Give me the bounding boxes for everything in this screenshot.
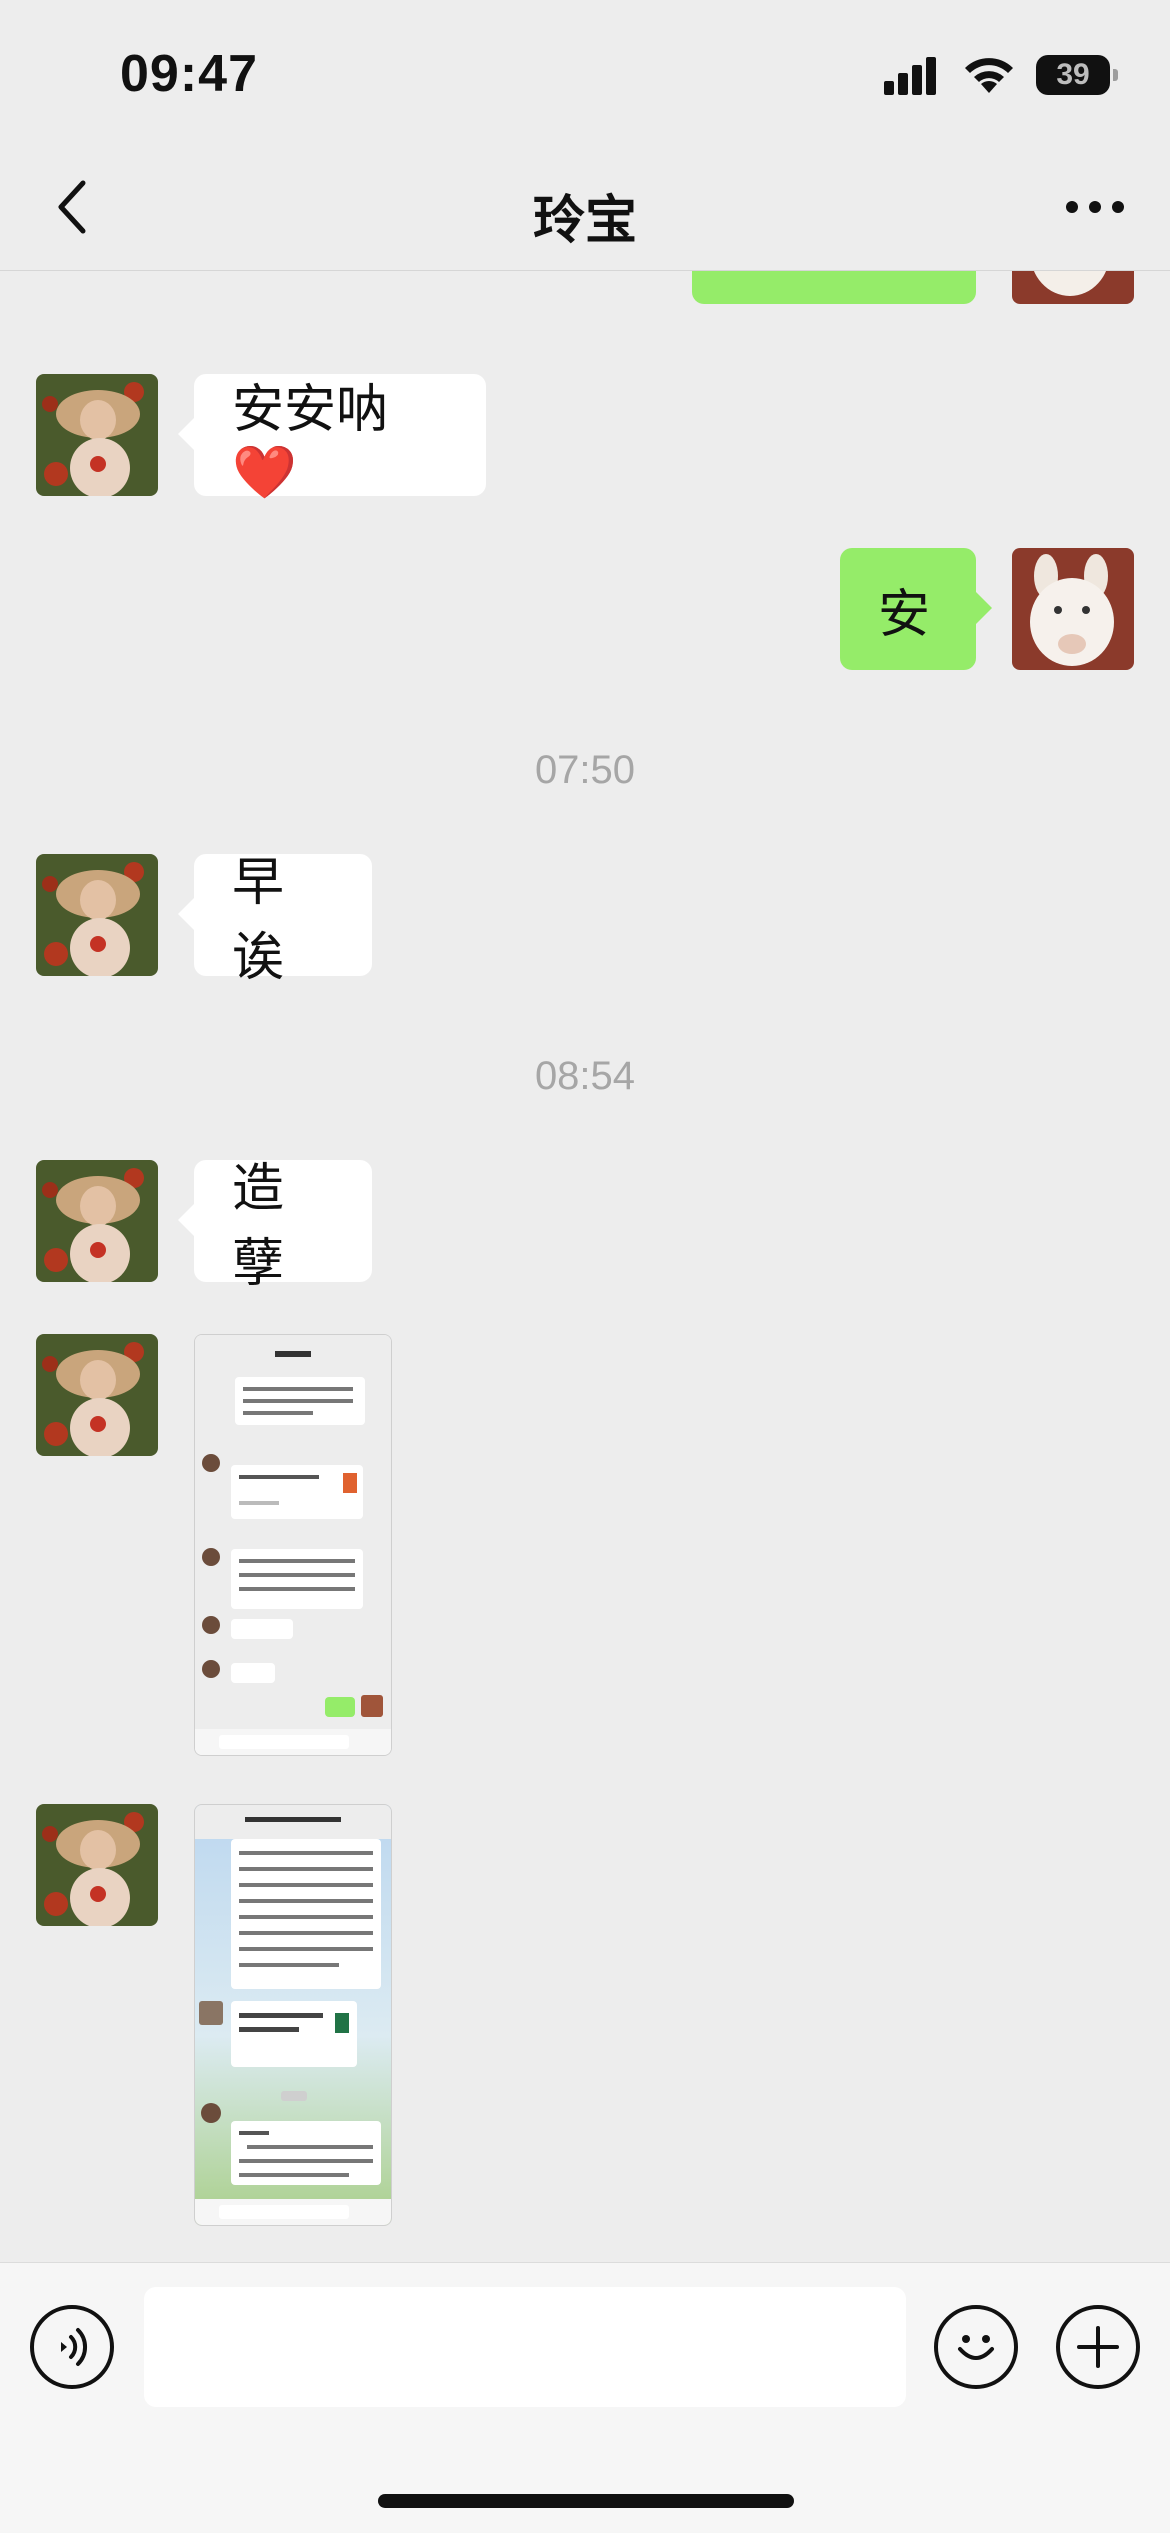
battery-icon: 39 bbox=[1036, 55, 1118, 95]
message-bubble-received[interactable]: 早诶 bbox=[178, 854, 372, 987]
battery-level: 39 bbox=[1056, 58, 1090, 91]
signal-icon bbox=[884, 57, 936, 95]
contact-avatar[interactable] bbox=[36, 1334, 158, 1456]
status-bar: 09:47 39 bbox=[0, 0, 1170, 150]
contact-avatar[interactable] bbox=[36, 374, 158, 496]
message-bubble-sent[interactable]: 宝贝晚安 bbox=[692, 270, 976, 304]
my-avatar[interactable] bbox=[1012, 270, 1134, 304]
ellipsis-icon bbox=[1066, 201, 1124, 213]
status-time: 09:47 bbox=[120, 45, 258, 103]
message-text: 安安呐❤️ bbox=[232, 381, 389, 502]
message-list[interactable]: 宝贝晚安 安安呐❤️ 安 bbox=[0, 270, 1170, 2262]
message-bubble-received[interactable]: 造孽 bbox=[178, 1160, 372, 1293]
message-text: 安 bbox=[878, 585, 931, 644]
message-text: 早诶 bbox=[232, 854, 285, 987]
wifi-icon bbox=[965, 58, 1013, 93]
more-options-button[interactable] bbox=[1050, 172, 1140, 242]
chat-header: 玲宝 bbox=[0, 150, 1170, 271]
emoji-icon bbox=[958, 2335, 994, 2360]
plus-icon bbox=[1077, 2326, 1119, 2368]
status-icons: 39 bbox=[884, 50, 1118, 100]
contact-avatar[interactable] bbox=[36, 1804, 158, 1926]
timestamp: 08:54 bbox=[534, 1054, 636, 1098]
image-message[interactable] bbox=[194, 1334, 392, 1756]
contact-avatar[interactable] bbox=[36, 854, 158, 976]
input-bar bbox=[0, 2262, 1170, 2533]
home-indicator[interactable] bbox=[378, 2494, 794, 2508]
message-bubble-sent[interactable]: 安 bbox=[840, 548, 992, 670]
message-bubble-received[interactable]: 安安呐❤️ bbox=[178, 374, 486, 502]
chat-title: 玲宝 bbox=[532, 192, 637, 250]
image-message[interactable] bbox=[194, 1804, 392, 2226]
my-avatar[interactable] bbox=[1012, 548, 1134, 670]
chat-screenshot-thumbnail bbox=[195, 1335, 391, 1755]
contact-avatar[interactable] bbox=[36, 1160, 158, 1282]
message-input[interactable] bbox=[144, 2287, 906, 2407]
timestamp: 07:50 bbox=[534, 748, 636, 792]
voice-button[interactable] bbox=[30, 2305, 114, 2389]
plus-button[interactable] bbox=[1056, 2305, 1140, 2389]
chat-screenshot-thumbnail bbox=[195, 1805, 391, 2225]
voice-icon bbox=[61, 2328, 88, 2366]
emoji-button[interactable] bbox=[934, 2305, 1018, 2389]
message-text: 宝贝晚安 bbox=[730, 270, 938, 281]
message-text: 造孽 bbox=[232, 1160, 285, 1293]
